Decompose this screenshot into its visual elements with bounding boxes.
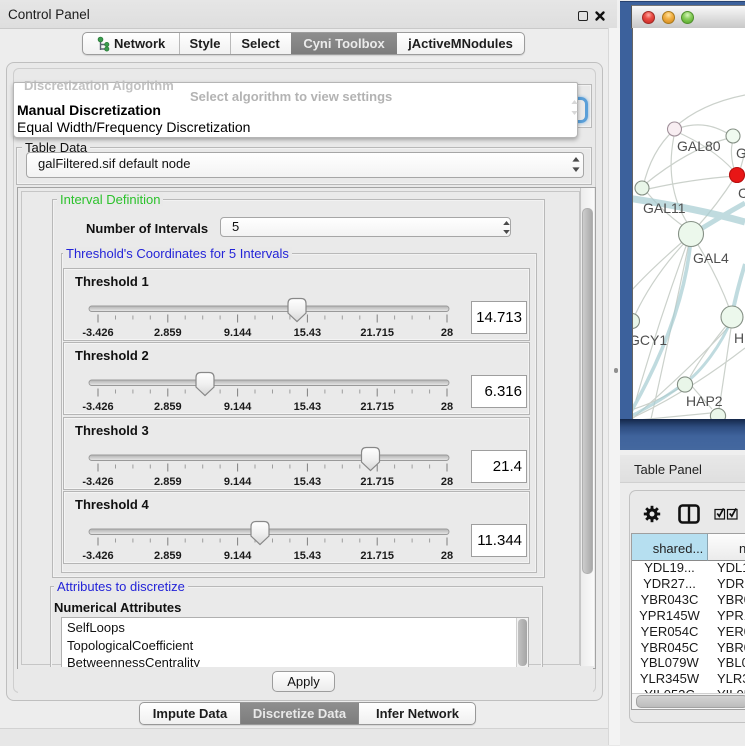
svg-text:15.43: 15.43 — [294, 550, 322, 562]
svg-text:2.859: 2.859 — [154, 550, 182, 562]
svg-text:9.144: 9.144 — [224, 550, 252, 562]
svg-text:GAL11: GAL11 — [643, 200, 686, 216]
svg-text:GAL4: GAL4 — [693, 250, 729, 266]
svg-text:28: 28 — [441, 550, 453, 562]
svg-text:9.144: 9.144 — [224, 327, 252, 339]
svg-text:-3.426: -3.426 — [82, 401, 113, 413]
svg-text:-3.426: -3.426 — [82, 327, 113, 339]
svg-text:2.859: 2.859 — [154, 401, 182, 413]
svg-text:21.715: 21.715 — [360, 476, 394, 488]
svg-text:21.715: 21.715 — [360, 401, 394, 413]
svg-text:-3.426: -3.426 — [82, 550, 113, 562]
svg-text:-3.426: -3.426 — [82, 476, 113, 488]
svg-text:9.144: 9.144 — [224, 401, 252, 413]
svg-text:21.715: 21.715 — [360, 550, 394, 562]
svg-text:15.43: 15.43 — [294, 401, 322, 413]
svg-text:HAP2: HAP2 — [686, 393, 723, 409]
svg-text:21.715: 21.715 — [360, 327, 394, 339]
svg-text:GA: GA — [736, 145, 745, 161]
svg-text:2.859: 2.859 — [154, 327, 182, 339]
svg-text:28: 28 — [441, 401, 453, 413]
svg-text:15.43: 15.43 — [294, 327, 322, 339]
svg-text:GAL80: GAL80 — [677, 138, 721, 154]
svg-text:28: 28 — [441, 476, 453, 488]
svg-text:GCY1: GCY1 — [633, 332, 667, 348]
svg-text:C: C — [738, 185, 745, 201]
svg-text:15.43: 15.43 — [294, 476, 322, 488]
svg-text:2.859: 2.859 — [154, 476, 182, 488]
svg-text:H: H — [734, 330, 744, 346]
svg-text:28: 28 — [441, 327, 453, 339]
svg-text:9.144: 9.144 — [224, 476, 252, 488]
